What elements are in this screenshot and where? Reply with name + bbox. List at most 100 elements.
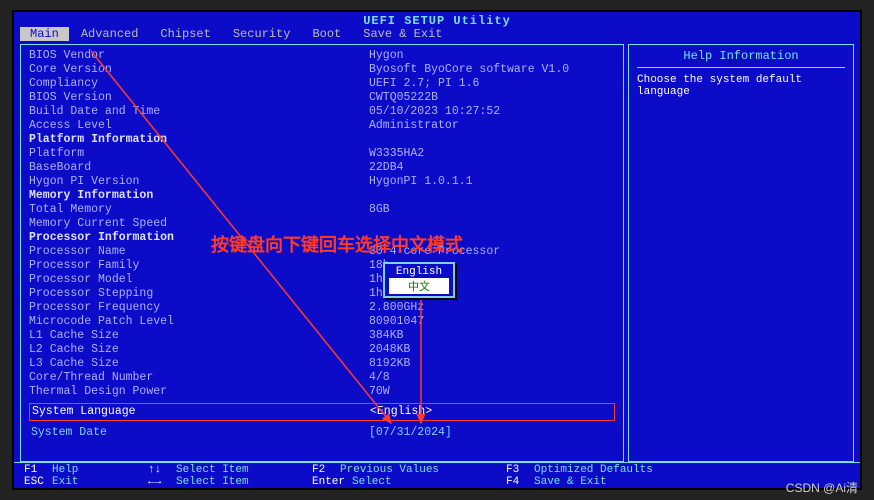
info-label: Access Level: [29, 119, 369, 133]
menu-boot[interactable]: Boot: [302, 27, 351, 41]
desc-optimized: Optimized Defaults: [534, 464, 653, 476]
info-label: Platform Information: [29, 133, 369, 147]
info-value: 8GB: [369, 203, 390, 217]
system-language-row[interactable]: System Language <English>: [29, 403, 615, 421]
info-label: L2 Cache Size: [29, 343, 369, 357]
info-label: Total Memory: [29, 203, 369, 217]
system-date-label: System Date: [29, 425, 369, 441]
system-language-value: <English>: [370, 404, 432, 420]
info-label: Compliancy: [29, 77, 369, 91]
desc-select: Select: [352, 476, 392, 488]
info-row: Access LevelAdministrator: [29, 119, 615, 133]
info-value: 80901047: [369, 315, 424, 329]
bios-screen: UEFI SETUP Utility Main Advanced Chipset…: [12, 10, 862, 490]
watermark: CSDN @Ai清: [786, 479, 858, 496]
info-row: Core VersionByosoft ByoCore software V1.…: [29, 63, 615, 77]
info-row: L2 Cache Size2048KB: [29, 343, 615, 357]
info-row: Processor Model1h: [29, 273, 615, 287]
info-row: PlatformW3335HA2: [29, 147, 615, 161]
info-label: Platform: [29, 147, 369, 161]
info-label: Processor Frequency: [29, 301, 369, 315]
info-row: Processor Stepping1h: [29, 287, 615, 301]
info-label: Processor Model: [29, 273, 369, 287]
menu-advanced[interactable]: Advanced: [71, 27, 149, 41]
info-label: Processor Stepping: [29, 287, 369, 301]
info-value: 70W: [369, 385, 390, 399]
info-row: Microcode Patch Level80901047: [29, 315, 615, 329]
info-value: 8192KB: [369, 357, 410, 371]
info-value: 2.800GHz: [369, 301, 424, 315]
info-label: Memory Current Speed: [29, 217, 369, 231]
info-label: Build Date and Time: [29, 105, 369, 119]
info-value: 384KB: [369, 329, 404, 343]
info-label: Memory Information: [29, 189, 369, 203]
info-label: BIOS Version: [29, 91, 369, 105]
info-row: CompliancyUEFI 2.7; PI 1.6: [29, 77, 615, 91]
info-value: CWTQ05222B: [369, 91, 438, 105]
info-label: Hygon PI Version: [29, 175, 369, 189]
key-updown: ↑↓: [148, 464, 176, 476]
info-row: Hygon PI VersionHygonPI 1.0.1.1: [29, 175, 615, 189]
language-popup[interactable]: English 中文: [383, 262, 455, 298]
key-f1: F1: [24, 464, 52, 476]
info-value: 4/8: [369, 371, 390, 385]
key-f4: F4: [506, 476, 534, 488]
key-enter: Enter: [312, 476, 352, 488]
info-row: L1 Cache Size384KB: [29, 329, 615, 343]
menu-bar: Main Advanced Chipset Security Boot Save…: [14, 26, 860, 42]
system-date-row[interactable]: System Date [07/31/2024]: [29, 425, 615, 441]
desc-save: Save & Exit: [534, 476, 607, 488]
help-panel: Help Information Choose the system defau…: [628, 44, 854, 462]
window-title: UEFI SETUP Utility: [14, 12, 860, 26]
info-row: Processor Family18h: [29, 259, 615, 273]
info-row: Processor Frequency2.800GHz: [29, 301, 615, 315]
info-row: BIOS VendorHygon: [29, 49, 615, 63]
info-value: 05/10/2023 10:27:52: [369, 105, 500, 119]
info-value: 1h: [369, 287, 383, 301]
main-panel: BIOS VendorHygonCore VersionByosoft ByoC…: [20, 44, 624, 462]
help-title: Help Information: [637, 49, 845, 68]
annotation-text: 按键盘向下键回车选择中文模式: [211, 231, 463, 257]
key-f3: F3: [506, 464, 534, 476]
desc-select-item2: Select Item: [176, 476, 249, 488]
info-value: 22DB4: [369, 161, 404, 175]
language-option-chinese[interactable]: 中文: [389, 278, 449, 294]
info-label: L1 Cache Size: [29, 329, 369, 343]
info-value: HygonPI 1.0.1.1: [369, 175, 473, 189]
info-value: Byosoft ByoCore software V1.0: [369, 63, 569, 77]
info-label: Processor Family: [29, 259, 369, 273]
menu-security[interactable]: Security: [223, 27, 301, 41]
info-row: L3 Cache Size8192KB: [29, 357, 615, 371]
menu-chipset[interactable]: Chipset: [150, 27, 220, 41]
system-date-value: [07/31/2024]: [369, 425, 452, 441]
info-value: Administrator: [369, 119, 459, 133]
info-value: UEFI 2.7; PI 1.6: [369, 77, 479, 91]
info-row: Memory Information: [29, 189, 615, 203]
language-option-english[interactable]: English: [389, 266, 449, 278]
info-row: BIOS VersionCWTQ05222B: [29, 91, 615, 105]
help-text: Choose the system default language: [637, 74, 845, 98]
info-value: Hygon: [369, 49, 404, 63]
info-row: Build Date and Time05/10/2023 10:27:52: [29, 105, 615, 119]
info-label: BIOS Vendor: [29, 49, 369, 63]
info-value: 1h: [369, 273, 383, 287]
info-row: Total Memory8GB: [29, 203, 615, 217]
info-value: 2048KB: [369, 343, 410, 357]
info-label: Core Version: [29, 63, 369, 77]
info-label: Microcode Patch Level: [29, 315, 369, 329]
info-row: Thermal Design Power70W: [29, 385, 615, 399]
info-row: Memory Current Speed: [29, 217, 615, 231]
info-row: Core/Thread Number4/8: [29, 371, 615, 385]
menu-main[interactable]: Main: [20, 27, 69, 41]
system-language-label: System Language: [30, 404, 370, 420]
info-row: BaseBoard22DB4: [29, 161, 615, 175]
key-leftright: ←→: [148, 476, 176, 488]
key-f2: F2: [312, 464, 340, 476]
info-label: BaseBoard: [29, 161, 369, 175]
menu-save-exit[interactable]: Save & Exit: [353, 27, 452, 41]
info-label: Thermal Design Power: [29, 385, 369, 399]
info-label: L3 Cache Size: [29, 357, 369, 371]
desc-prev: Previous Values: [340, 464, 439, 476]
info-label: Core/Thread Number: [29, 371, 369, 385]
desc-exit: Exit: [52, 476, 78, 488]
